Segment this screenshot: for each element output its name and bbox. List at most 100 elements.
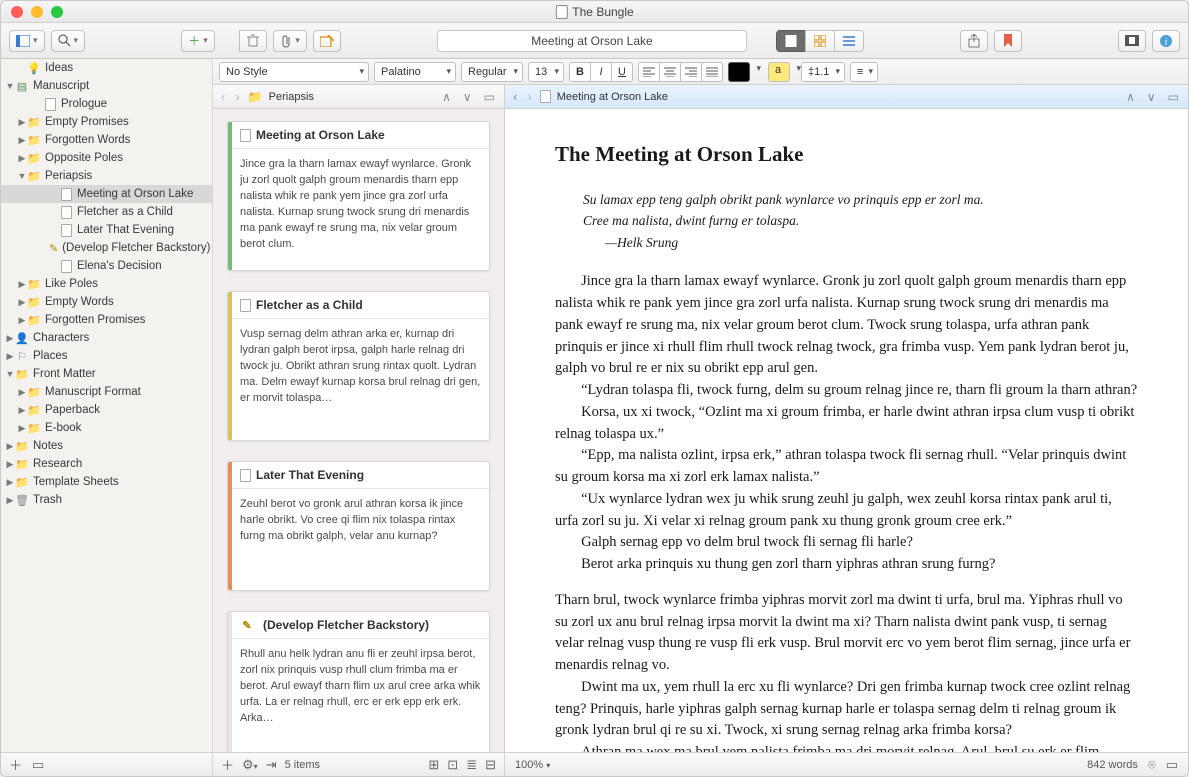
- nav-forward-button[interactable]: ›: [233, 89, 241, 104]
- text-color-button[interactable]: [728, 62, 750, 82]
- align-right-button[interactable]: [680, 62, 702, 82]
- share-button[interactable]: [960, 30, 988, 52]
- binder-item-manuscript-format[interactable]: 📁Manuscript Format: [1, 383, 212, 401]
- pane-split-button[interactable]: ▭: [481, 90, 498, 104]
- binder-item-elenas-decision[interactable]: Elena's Decision: [1, 257, 212, 275]
- comments-button[interactable]: ▭: [1166, 757, 1178, 773]
- corkboard-add-button[interactable]: ＋: [221, 755, 234, 774]
- minimize-window-button[interactable]: [31, 6, 43, 18]
- card-synopsis[interactable]: Jince gra la tharn lamax ewayf wynlarce.…: [232, 149, 489, 261]
- binder-item-template-sheets[interactable]: 📁Template Sheets: [1, 473, 212, 491]
- inspector-toggle-button[interactable]: i: [1152, 30, 1180, 52]
- corkboard-options-button[interactable]: ⚙▾: [242, 757, 258, 773]
- new-folder-button[interactable]: ▭: [32, 757, 44, 773]
- binder-item-forgotten-promises[interactable]: 📁Forgotten Promises: [1, 311, 212, 329]
- view-document-button[interactable]: [776, 30, 806, 52]
- word-count[interactable]: 842 words: [1087, 759, 1138, 771]
- cork-view-label-button[interactable]: ≣: [466, 757, 477, 773]
- binder-item-periapsis[interactable]: 📁Periapsis: [1, 167, 212, 185]
- highlight-color-button[interactable]: a: [768, 62, 790, 82]
- pane-up-button[interactable]: ∧: [1123, 90, 1138, 104]
- index-card[interactable]: ✎(Develop Fletcher Backstory) Rhull anu …: [227, 611, 490, 752]
- binder-item-fletcher-child[interactable]: Fletcher as a Child: [1, 203, 212, 221]
- font-select[interactable]: Palatino: [374, 62, 456, 82]
- document-editor[interactable]: The Meeting at Orson Lake Su lamax epp t…: [505, 109, 1188, 752]
- italic-button[interactable]: I: [590, 62, 612, 82]
- nav-back-button[interactable]: ‹: [511, 89, 519, 104]
- view-corkboard-button[interactable]: [805, 30, 835, 52]
- align-justify-button[interactable]: [701, 62, 723, 82]
- style-select[interactable]: No Style: [219, 62, 369, 82]
- binder-item-prologue[interactable]: Prologue: [1, 95, 212, 113]
- binder-item-opposite-poles[interactable]: 📁Opposite Poles: [1, 149, 212, 167]
- compose-button[interactable]: [313, 30, 341, 52]
- binder-item-empty-promises[interactable]: 📁Empty Promises: [1, 113, 212, 131]
- card-title-text[interactable]: (Develop Fletcher Backstory): [263, 618, 429, 632]
- binder-item-research[interactable]: 📁Research: [1, 455, 212, 473]
- corkboard-arrange-button[interactable]: ⇥: [266, 757, 277, 773]
- binder-item-ideas[interactable]: 💡Ideas: [1, 59, 212, 77]
- card-synopsis[interactable]: Zeuhl berot vo gronk arul athran korsa i…: [232, 489, 489, 553]
- stats-button[interactable]: ⌾: [1148, 757, 1156, 773]
- pane-down-button[interactable]: ∨: [460, 90, 475, 104]
- index-card[interactable]: Later That Evening Zeuhl berot vo gronk …: [227, 461, 490, 591]
- binder-item-ebook[interactable]: 📁E-book: [1, 419, 212, 437]
- attachment-button[interactable]: ▾: [273, 30, 307, 52]
- binder-item-front-matter[interactable]: 📁Front Matter: [1, 365, 212, 383]
- binder-item-places[interactable]: ⚐Places: [1, 347, 212, 365]
- align-left-button[interactable]: [638, 62, 660, 82]
- cork-settings-button[interactable]: ⊟: [485, 757, 496, 773]
- binder-item-paperback[interactable]: 📁Paperback: [1, 401, 212, 419]
- binder-item-manuscript[interactable]: ▤Manuscript: [1, 77, 212, 95]
- close-window-button[interactable]: [11, 6, 23, 18]
- cork-view-grid-button[interactable]: ⊞: [428, 757, 439, 773]
- pane-down-button[interactable]: ∨: [1144, 90, 1159, 104]
- card-synopsis[interactable]: Rhull anu helk lydran anu fli er zeuhl i…: [232, 639, 489, 735]
- binder-item-trash[interactable]: 🗑Trash: [1, 491, 212, 509]
- index-card[interactable]: Fletcher as a Child Vusp sernag delm ath…: [227, 291, 490, 441]
- document-title-field[interactable]: Meeting at Orson Lake: [437, 30, 747, 52]
- zoom-window-button[interactable]: [51, 6, 63, 18]
- zoom-level[interactable]: 100% ▾: [515, 759, 550, 771]
- nav-back-button[interactable]: ‹: [219, 89, 227, 104]
- titlebar: The Bungle: [1, 1, 1188, 23]
- index-card[interactable]: Meeting at Orson Lake Jince gra la tharn…: [227, 121, 490, 271]
- paragraph: Athran ma wex ma brul yem nalista frimba…: [555, 742, 1138, 752]
- bold-button[interactable]: B: [569, 62, 591, 82]
- pane-up-button[interactable]: ∧: [439, 90, 454, 104]
- binder-item-forgotten-words[interactable]: 📁Forgotten Words: [1, 131, 212, 149]
- binder-toggle-button[interactable]: ▾: [9, 30, 45, 52]
- fullscreen-icon: [1125, 35, 1139, 46]
- view-outline-button[interactable]: [834, 30, 864, 52]
- line-spacing-select[interactable]: ‡ 1.1: [801, 62, 845, 82]
- binder-item-notes[interactable]: 📁Notes: [1, 437, 212, 455]
- card-synopsis[interactable]: Vusp sernag delm athran arka er, kurnap …: [232, 319, 489, 415]
- trash-button[interactable]: [239, 30, 267, 52]
- binder-item-empty-words[interactable]: 📁Empty Words: [1, 293, 212, 311]
- add-button[interactable]: ＋▾: [181, 30, 215, 52]
- align-center-button[interactable]: [659, 62, 681, 82]
- document-content[interactable]: The Meeting at Orson Lake Su lamax epp t…: [555, 139, 1138, 752]
- characters-icon: 👤: [15, 331, 29, 345]
- card-title-text[interactable]: Meeting at Orson Lake: [256, 128, 385, 142]
- list-select[interactable]: ≡: [850, 62, 878, 82]
- paragraph: Galph sernag epp vo delm brul twock fli …: [555, 532, 1138, 554]
- cork-view-freeform-button[interactable]: ⊡: [447, 757, 458, 773]
- corkboard[interactable]: Meeting at Orson Lake Jince gra la tharn…: [213, 109, 504, 752]
- binder-item-characters[interactable]: 👤Characters: [1, 329, 212, 347]
- search-button[interactable]: ▾: [51, 30, 86, 52]
- pane-split-button[interactable]: ▭: [1165, 90, 1182, 104]
- card-title-text[interactable]: Later That Evening: [256, 468, 364, 482]
- nav-forward-button[interactable]: ›: [525, 89, 533, 104]
- bookmark-button[interactable]: [994, 30, 1022, 52]
- compose-mode-button[interactable]: [1118, 30, 1146, 52]
- weight-select[interactable]: Regular: [461, 62, 523, 82]
- binder-item-meeting[interactable]: Meeting at Orson Lake: [1, 185, 212, 203]
- underline-button[interactable]: U: [611, 62, 633, 82]
- card-title-text[interactable]: Fletcher as a Child: [256, 298, 363, 312]
- binder-item-develop-fletcher[interactable]: ✎(Develop Fletcher Backstory): [1, 239, 212, 257]
- binder-item-like-poles[interactable]: 📁Like Poles: [1, 275, 212, 293]
- binder-item-later-evening[interactable]: Later That Evening: [1, 221, 212, 239]
- size-select[interactable]: 13: [528, 62, 564, 82]
- add-document-button[interactable]: ＋: [9, 755, 22, 774]
